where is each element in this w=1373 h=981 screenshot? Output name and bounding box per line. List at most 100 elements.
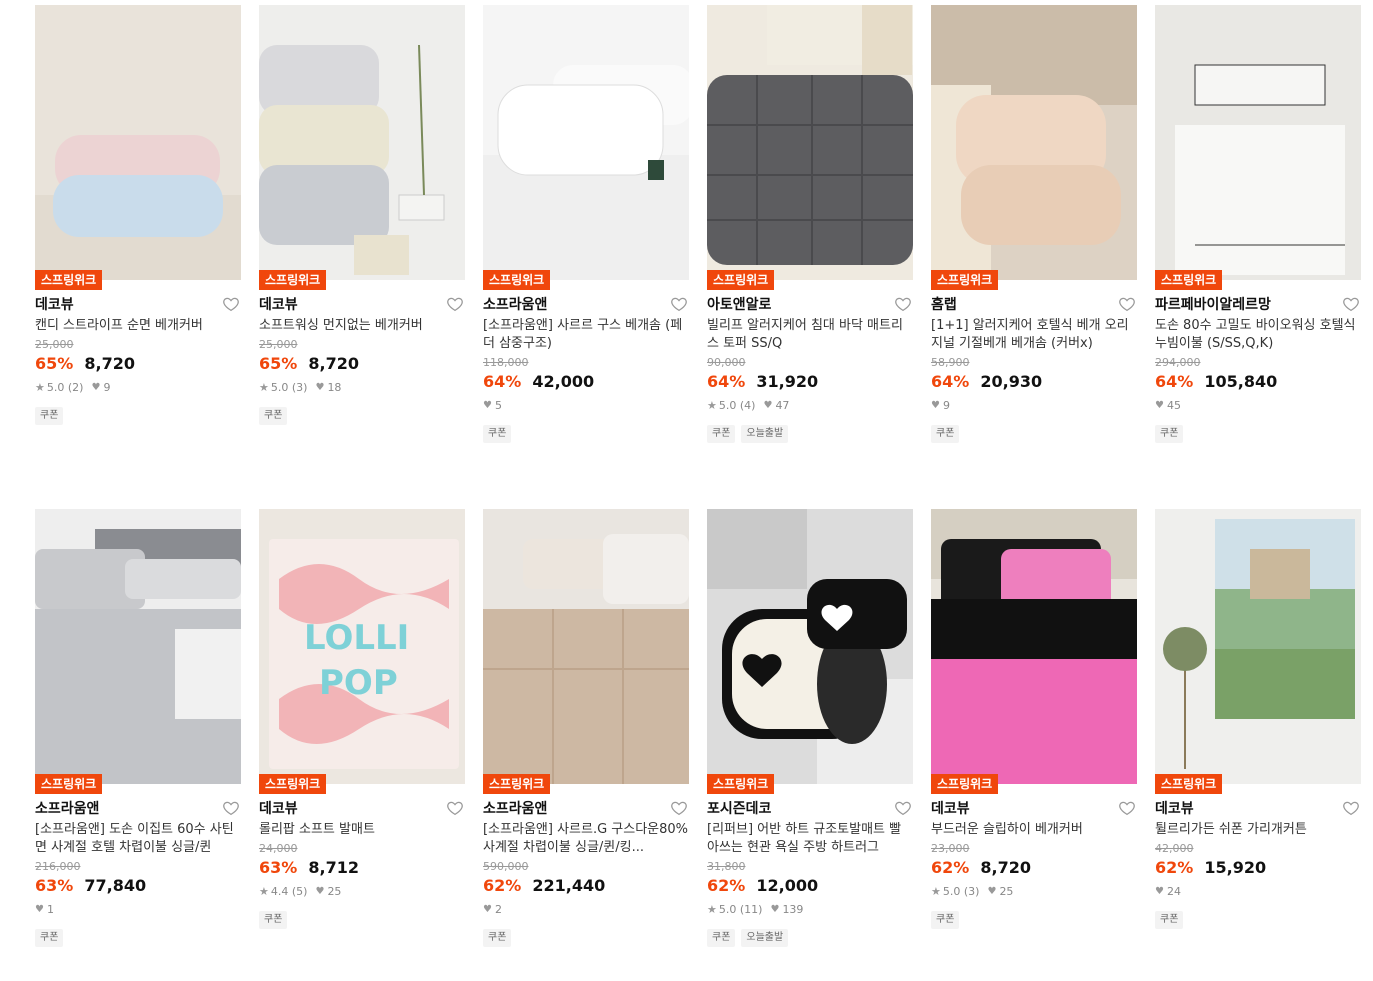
brand-name[interactable]: 데코뷰	[259, 297, 298, 313]
sale-price: 31,920	[756, 372, 819, 391]
product-card-3[interactable]: 스프링위크 소프라움앤 [소프라움앤] 사르르 구스 베개솜 (페더 삼중구조)…	[483, 5, 689, 443]
star-icon: ★	[259, 381, 269, 394]
heart-icon[interactable]	[1342, 799, 1360, 817]
brand-name[interactable]: 아토앤알로	[707, 297, 771, 313]
product-title[interactable]: [소프라움앤] 사르르.G 구스다운80% 사계절 차렵이불 싱글/퀸/킹...	[483, 821, 689, 857]
review-like-row: ★ 4.4 (5) ♥ 25	[259, 885, 465, 899]
heart-icon[interactable]	[894, 799, 912, 817]
brand-name[interactable]: 소프라움앤	[35, 801, 99, 817]
product-title[interactable]: [1+1] 알러지케어 호텔식 베개 오리지널 기절베개 베개솜 (커버x)	[931, 317, 1137, 353]
product-card-10[interactable]: 스프링위크 포시즌데코 [리퍼브] 어반 하트 규조토발매트 빨아쓰는 현관 욕…	[707, 509, 913, 947]
product-photo[interactable]	[1155, 509, 1361, 784]
product-photo[interactable]	[35, 509, 241, 784]
sale-price: 8,720	[308, 354, 359, 373]
brand-name[interactable]: 소프라움앤	[483, 801, 547, 817]
tag-list: 쿠폰	[483, 425, 689, 443]
product-title[interactable]: [소프라움앤] 사르르 구스 베개솜 (페더 삼중구조)	[483, 317, 689, 353]
product-photo[interactable]	[35, 5, 241, 280]
product-image[interactable]: 스프링위크	[1155, 5, 1361, 290]
heart-icon[interactable]	[670, 295, 688, 313]
heart-icon[interactable]	[222, 799, 240, 817]
price-row: 62% 12,000	[707, 875, 913, 897]
heart-icon[interactable]	[222, 295, 240, 313]
product-image[interactable]: 스프링위크	[931, 509, 1137, 794]
product-title[interactable]: 빌리프 알러지케어 침대 바닥 매트리스 토퍼 SS/Q	[707, 317, 913, 353]
price-row: 63% 8,712	[259, 857, 465, 879]
like-count: 18	[327, 381, 342, 394]
product-title[interactable]: 부드러운 슬립하이 베개커버	[931, 821, 1137, 839]
brand-name[interactable]: 데코뷰	[35, 297, 74, 313]
discount-rate: 63%	[259, 858, 298, 877]
like-heart-icon: ♥	[763, 400, 773, 411]
spring-week-badge: 스프링위크	[1155, 270, 1223, 290]
product-image[interactable]: 스프링위크	[707, 509, 913, 794]
discount-rate: 62%	[707, 876, 746, 895]
product-photo[interactable]	[707, 509, 913, 784]
brand-row: 소프라움앤	[483, 798, 689, 818]
brand-name[interactable]: 파르페바이알레르망	[1155, 297, 1271, 313]
product-image[interactable]: LOLLI POP 스프링위크	[259, 509, 465, 794]
heart-icon[interactable]	[446, 295, 464, 313]
product-photo[interactable]	[483, 509, 689, 784]
product-photo[interactable]	[931, 5, 1137, 280]
like-count: 9	[103, 381, 111, 394]
review-like-row: ♥ 2	[483, 903, 689, 917]
brand-name[interactable]: 홈랩	[931, 297, 957, 313]
product-image[interactable]: 스프링위크	[483, 5, 689, 290]
product-card-6[interactable]: 스프링위크 파르페바이알레르망 도손 80수 고밀도 바이오워싱 호텔식 누빔이…	[1155, 5, 1361, 443]
heart-icon[interactable]	[1342, 295, 1360, 313]
brand-name[interactable]: 데코뷰	[1155, 801, 1194, 817]
brand-name[interactable]: 소프라움앤	[483, 297, 547, 313]
ship-today-tag: 오늘출발	[741, 929, 789, 947]
product-card-7[interactable]: 스프링위크 소프라움앤 [소프라움앤] 도손 이집트 60수 사틴면 사계절 호…	[35, 509, 241, 947]
review-like-row: ♥ 9	[931, 399, 1137, 413]
product-title[interactable]: [리퍼브] 어반 하트 규조토발매트 빨아쓰는 현관 욕실 주방 하트러그	[707, 821, 913, 857]
product-image[interactable]: 스프링위크	[707, 5, 913, 290]
product-image[interactable]: 스프링위크	[35, 509, 241, 794]
spring-week-badge: 스프링위크	[483, 270, 551, 290]
product-title[interactable]: 캔디 스트라이프 순면 베개커버	[35, 317, 241, 335]
rating-value: 5.0	[270, 381, 289, 394]
product-title[interactable]: 도손 80수 고밀도 바이오워싱 호텔식 누빔이불 (S/SS,Q,K)	[1155, 317, 1361, 353]
discount-rate: 62%	[1155, 858, 1194, 877]
sale-price: 8,720	[84, 354, 135, 373]
heart-icon[interactable]	[894, 295, 912, 313]
heart-icon[interactable]	[1118, 295, 1136, 313]
discount-rate: 62%	[483, 876, 522, 895]
product-title[interactable]: 롤리팝 소프트 발매트	[259, 821, 465, 839]
product-photo[interactable]	[1155, 5, 1361, 280]
rating-value: 5.0	[718, 903, 737, 916]
product-image[interactable]: 스프링위크	[931, 5, 1137, 290]
product-photo[interactable]	[707, 5, 913, 280]
product-card-12[interactable]: 스프링위크 데코뷰 튈르리가든 쉬폰 가리개커튼 42,000 62% 15,9…	[1155, 509, 1361, 929]
tag-list: 쿠폰	[931, 425, 1137, 443]
product-photo[interactable]: LOLLI POP	[259, 509, 465, 784]
product-title[interactable]: 소프트워싱 먼지없는 베개커버	[259, 317, 465, 335]
product-image[interactable]: 스프링위크	[1155, 509, 1361, 794]
product-card-1[interactable]: 스프링위크 데코뷰 캔디 스트라이프 순면 베개커버 25,000 65% 8,…	[35, 5, 241, 425]
product-card-9[interactable]: 스프링위크 소프라움앤 [소프라움앤] 사르르.G 구스다운80% 사계절 차렵…	[483, 509, 689, 947]
heart-icon[interactable]	[670, 799, 688, 817]
brand-name[interactable]: 포시즌데코	[707, 801, 771, 817]
coupon-tag: 쿠폰	[1155, 425, 1184, 443]
product-photo[interactable]	[259, 5, 465, 280]
product-card-8[interactable]: LOLLI POP 스프링위크 데코뷰 롤리팝 소프트 발매트 24,000 63%…	[259, 509, 465, 929]
product-photo[interactable]	[931, 509, 1137, 784]
product-card-4[interactable]: 스프링위크 아토앤알로 빌리프 알러지케어 침대 바닥 매트리스 토퍼 SS/Q…	[707, 5, 913, 443]
heart-icon[interactable]	[1118, 799, 1136, 817]
product-title[interactable]: 튈르리가든 쉬폰 가리개커튼	[1155, 821, 1361, 839]
review-count: (5)	[291, 885, 308, 898]
product-photo[interactable]	[483, 5, 689, 280]
product-card-5[interactable]: 스프링위크 홈랩 [1+1] 알러지케어 호텔식 베개 오리지널 기절베개 베개…	[931, 5, 1137, 443]
rating-value: 4.4	[270, 885, 289, 898]
product-card-11[interactable]: 스프링위크 데코뷰 부드러운 슬립하이 베개커버 23,000 62% 8,72…	[931, 509, 1137, 929]
spring-week-badge: 스프링위크	[35, 270, 103, 290]
product-title[interactable]: [소프라움앤] 도손 이집트 60수 사틴면 사계절 호텔 차렵이불 싱글/퀸	[35, 821, 241, 857]
product-image[interactable]: 스프링위크	[35, 5, 241, 290]
product-card-2[interactable]: 스프링위크 데코뷰 소프트워싱 먼지없는 베개커버 25,000 65% 8,7…	[259, 5, 465, 425]
brand-name[interactable]: 데코뷰	[931, 801, 970, 817]
heart-icon[interactable]	[446, 799, 464, 817]
product-image[interactable]: 스프링위크	[259, 5, 465, 290]
brand-name[interactable]: 데코뷰	[259, 801, 298, 817]
product-image[interactable]: 스프링위크	[483, 509, 689, 794]
